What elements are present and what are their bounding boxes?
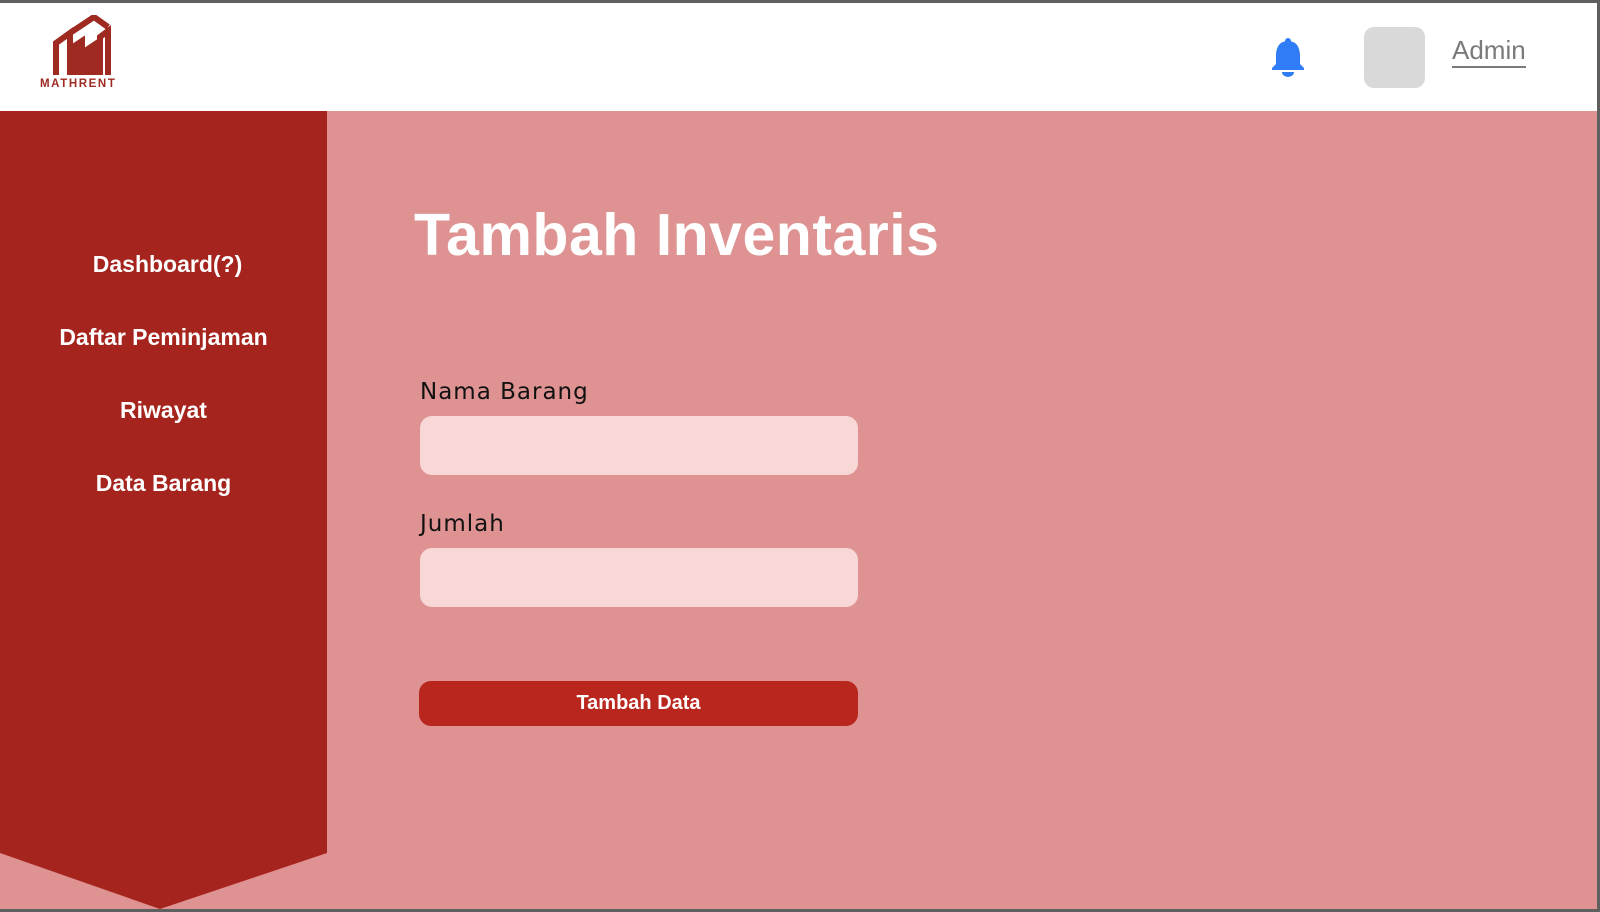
brand-logo[interactable]: MATHRENT xyxy=(38,15,132,95)
page-title: Tambah Inventaris xyxy=(414,202,940,268)
app-window: MATHRENT Admin Dashboard(?) Daftar Pemin… xyxy=(0,3,1597,909)
nama-barang-label: Nama Barang xyxy=(420,379,589,405)
user-menu-link[interactable]: Admin xyxy=(1452,35,1526,68)
bell-icon[interactable] xyxy=(1270,37,1306,77)
sidebar-item-data-barang[interactable]: Data Barang xyxy=(0,470,327,497)
jumlah-input[interactable] xyxy=(420,548,858,607)
sidebar-item-dashboard[interactable]: Dashboard(?) xyxy=(4,251,331,278)
building-logo-icon xyxy=(53,15,111,75)
sidebar: Dashboard(?) Daftar Peminjaman Riwayat D… xyxy=(0,111,327,909)
brand-name: MATHRENT xyxy=(40,78,117,90)
avatar[interactable] xyxy=(1364,27,1425,88)
jumlah-label: Jumlah xyxy=(420,511,505,537)
sidebar-item-riwayat[interactable]: Riwayat xyxy=(0,397,327,424)
nama-barang-input[interactable] xyxy=(420,416,858,475)
sidebar-item-daftar-peminjaman[interactable]: Daftar Peminjaman xyxy=(0,324,327,351)
top-bar: MATHRENT Admin xyxy=(0,3,1597,111)
tambah-data-button[interactable]: Tambah Data xyxy=(419,681,858,726)
sidebar-background xyxy=(0,111,327,909)
